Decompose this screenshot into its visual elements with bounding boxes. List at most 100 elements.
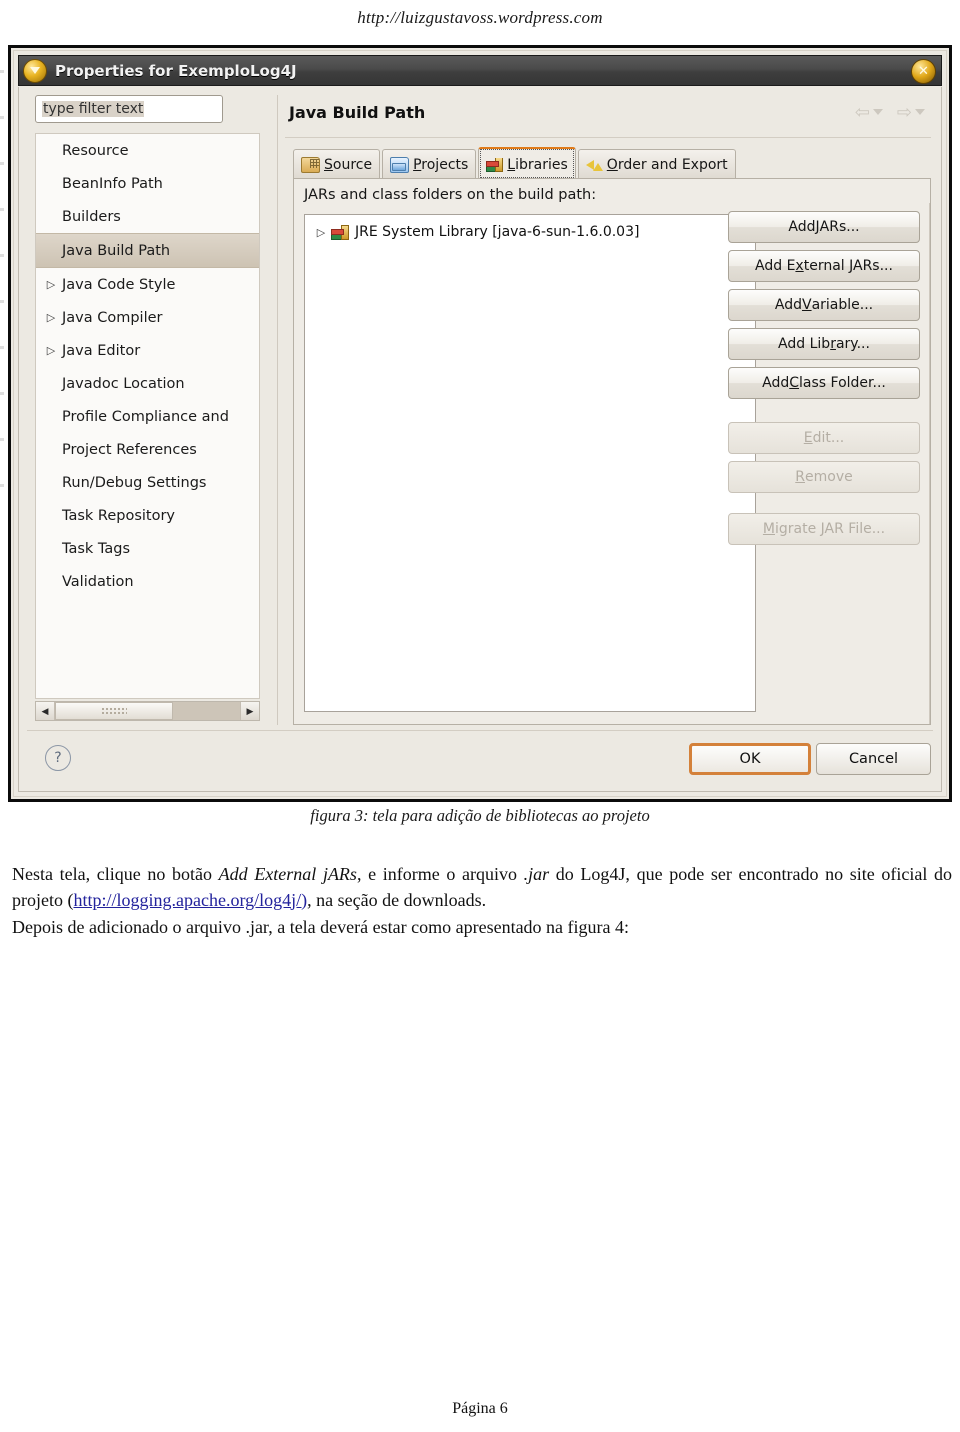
sidebar-item-label: Run/Debug Settings xyxy=(62,474,207,491)
sidebar-item-project-references[interactable]: ▷Project References xyxy=(36,433,259,466)
migrate-jar-file-button: Migrate JAR File... xyxy=(728,513,920,545)
dialog-window: Properties for ExemploLog4J ✕ type filte… xyxy=(13,50,947,797)
sidebar-item-profile-compliance-and[interactable]: ▷Profile Compliance and xyxy=(36,400,259,433)
help-icon[interactable]: ? xyxy=(45,745,71,771)
tree-indent-spacer: ▷ xyxy=(40,244,62,257)
book-spine-icon xyxy=(341,224,349,240)
expand-triangle-icon[interactable]: ▷ xyxy=(40,311,62,324)
back-button[interactable]: ⇦ xyxy=(855,103,883,121)
expand-triangle-icon[interactable]: ▷ xyxy=(40,344,62,357)
tab-label: Projects xyxy=(413,157,469,173)
tab-order-and-export[interactable]: Order and Export xyxy=(577,149,736,180)
tab-source[interactable]: Source xyxy=(293,149,381,180)
figure-caption: figura 3: tela para adição de biblioteca… xyxy=(310,806,650,825)
sidebar-item-java-build-path[interactable]: ▷Java Build Path xyxy=(36,233,259,268)
add-external-jars-button[interactable]: Add Ex ternal JARs... xyxy=(728,250,920,282)
sidebar-item-validation[interactable]: ▷Validation xyxy=(36,565,259,598)
sidebar-item-label: Resource xyxy=(62,142,129,159)
scrollbar-grip-icon xyxy=(101,707,128,715)
ok-button[interactable]: OK xyxy=(689,743,811,775)
sidebar-item-label: Java Editor xyxy=(62,342,141,359)
list-item[interactable]: ▷ JRE System Library [java-6-sun-1.6.0.03… xyxy=(305,219,755,245)
tab-libraries[interactable]: Libraries xyxy=(478,147,576,180)
forward-arrow-icon: ⇨ xyxy=(896,102,912,122)
java-build-path-pane: Java Build Path ⇦ ⇨ Source Projects Librar… xyxy=(285,95,931,725)
page-footer: Página 6 xyxy=(452,1400,508,1417)
sidebar-item-task-repository[interactable]: ▷Task Repository xyxy=(36,499,259,532)
sidebar-item-java-compiler[interactable]: ▷ Java Compiler xyxy=(36,301,259,334)
libraries-tab-panel: JARs and class folders on the build path… xyxy=(293,178,931,725)
expand-triangle-icon[interactable]: ▷ xyxy=(40,278,62,291)
tree-indent-spacer: ▷ xyxy=(40,575,62,588)
chevron-down-icon xyxy=(915,109,925,115)
tree-indent-spacer: ▷ xyxy=(40,377,62,390)
sidebar-item-task-tags[interactable]: ▷Task Tags xyxy=(36,532,259,565)
source-folder-icon xyxy=(301,157,320,173)
eclipse-app-icon xyxy=(23,58,47,83)
dialog-content: type filter text ▷Resource▷BeanInfo Path… xyxy=(18,87,942,792)
tab-label: Source xyxy=(324,157,373,173)
book-spine-icon xyxy=(495,157,504,172)
forward-button[interactable]: ⇨ xyxy=(897,103,925,121)
log4j-link[interactable]: http://logging.apache.org/log4j/) xyxy=(73,890,307,910)
build-path-tabs: Source Projects Libraries Order and Export xyxy=(293,147,738,180)
add-variable-button[interactable]: Add Variable... xyxy=(728,289,920,321)
sidebar-item-builders[interactable]: ▷Builders xyxy=(36,200,259,233)
build-path-list[interactable]: ▷ JRE System Library [java-6-sun-1.6.0.03… xyxy=(304,214,756,712)
filter-input[interactable]: type filter text xyxy=(35,95,223,123)
scroll-left-icon[interactable]: ◀ xyxy=(36,702,55,720)
paragraph-2: Depois de adicionado o arquivo .jar, a t… xyxy=(12,917,630,938)
cancel-button[interactable]: Cancel xyxy=(816,743,931,775)
add-library-button[interactable]: Add Lib r ary... xyxy=(728,328,920,360)
scroll-right-icon[interactable]: ▶ xyxy=(240,702,259,720)
sidebar-item-label: Builders xyxy=(62,208,121,225)
sidebar-horizontal-scrollbar[interactable]: ◀ ▶ xyxy=(35,701,260,721)
tab-projects[interactable]: Projects xyxy=(382,149,477,180)
tree-indent-spacer: ▷ xyxy=(40,410,62,423)
scrollbar-track[interactable] xyxy=(55,702,240,720)
sidebar-item-beaninfo-path[interactable]: ▷BeanInfo Path xyxy=(36,167,259,200)
site-url-header: http://luizgustavoss.wordpress.com xyxy=(357,8,603,27)
scan-edge-artifact xyxy=(0,70,4,490)
page-history-nav: ⇦ ⇨ xyxy=(855,103,925,121)
list-label-text: JARs and class folders on the build path… xyxy=(304,187,597,203)
scrollbar-thumb[interactable] xyxy=(55,702,174,720)
filter-input-value: type filter text xyxy=(42,101,145,117)
body-paragraphs: Nesta tela, clique no botão Add External… xyxy=(12,862,952,941)
tree-indent-spacer: ▷ xyxy=(40,476,62,489)
title-separator xyxy=(285,137,931,138)
dialog-footer: ? OK Cancel xyxy=(19,731,941,791)
tree-indent-spacer: ▷ xyxy=(40,542,62,555)
p1-text-b: , e informe o arquivo xyxy=(356,864,524,884)
order-arrows-icon xyxy=(585,158,603,172)
add-class-folder-button[interactable]: Add Class Folder... xyxy=(728,367,920,399)
expand-triangle-icon[interactable]: ▷ xyxy=(311,226,331,239)
close-icon[interactable]: ✕ xyxy=(911,59,936,84)
tree-indent-spacer: ▷ xyxy=(40,144,62,157)
tree-indent-spacer: ▷ xyxy=(40,210,62,223)
list-label: JARs and class folders on the build path… xyxy=(294,179,930,203)
list-item-label: JRE System Library [java-6-sun-1.6.0.03] xyxy=(355,224,640,240)
sidebar-item-label: BeanInfo Path xyxy=(62,175,163,192)
page-title: Java Build Path xyxy=(289,103,426,122)
edit-button: Edit... xyxy=(728,422,920,454)
sidebar-item-label: Java Compiler xyxy=(62,309,163,326)
sidebar-item-run-debug-settings[interactable]: ▷Run/Debug Settings xyxy=(36,466,259,499)
sidebar-item-label: Java Build Path xyxy=(62,242,171,259)
preferences-tree[interactable]: ▷Resource▷BeanInfo Path▷Builders▷Java Bu… xyxy=(35,133,260,699)
p1-emphasis-extension: .jar xyxy=(523,864,550,884)
add-jars-button[interactable]: Add J ARs... xyxy=(728,211,920,243)
dialog-title: Properties for ExemploLog4J xyxy=(55,61,297,80)
chevron-down-icon xyxy=(872,109,883,115)
panel-edge xyxy=(929,203,930,724)
sidebar-item-label: Validation xyxy=(62,573,134,590)
preferences-sidebar: type filter text ▷Resource▷BeanInfo Path… xyxy=(29,95,272,725)
sidebar-item-label: Task Repository xyxy=(62,507,176,524)
tab-label: Libraries xyxy=(507,156,568,173)
jre-library-icon xyxy=(331,224,349,240)
sidebar-item-java-code-style[interactable]: ▷ Java Code Style xyxy=(36,268,259,301)
sidebar-item-javadoc-location[interactable]: ▷Javadoc Location xyxy=(36,367,259,400)
sidebar-item-java-editor[interactable]: ▷ Java Editor xyxy=(36,334,259,367)
paragraph-1: Nesta tela, clique no botão Add External… xyxy=(12,862,952,913)
sidebar-item-resource[interactable]: ▷Resource xyxy=(36,134,259,167)
